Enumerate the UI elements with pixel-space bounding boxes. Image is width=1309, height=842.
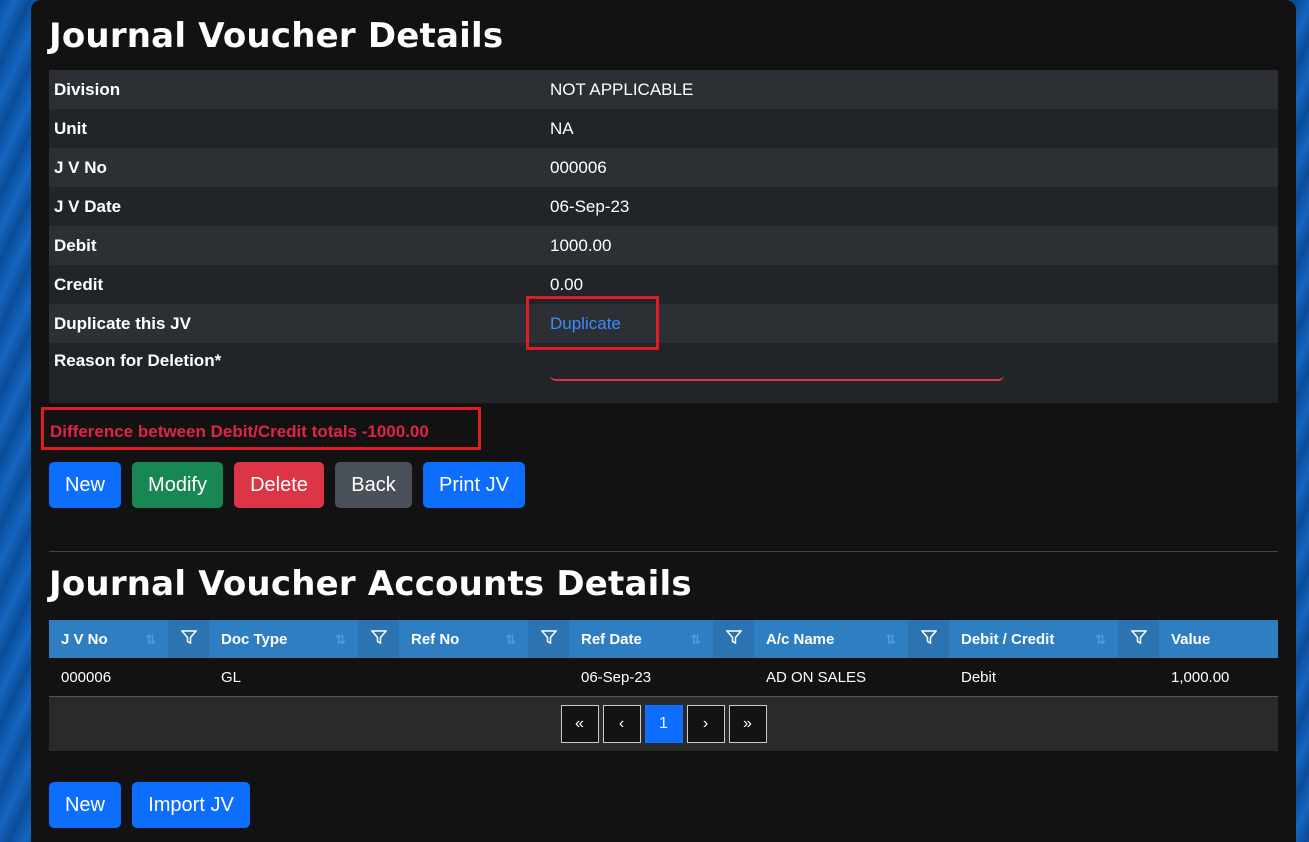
last-page-button[interactable]: » [728, 705, 767, 743]
filter-icon[interactable] [369, 629, 388, 645]
detail-row-credit: Credit 0.00 [49, 265, 1278, 304]
detail-row-reason: Reason for Deletion* [49, 343, 1278, 403]
cell-ac-name: AD ON SALES [754, 658, 949, 697]
details-table: Division NOT APPLICABLE Unit NA J V No 0… [49, 70, 1278, 403]
section-divider [49, 551, 1278, 552]
col-header-value[interactable]: Value [1159, 620, 1278, 658]
col-header-jv-no[interactable]: J V No ⇅ [49, 620, 168, 658]
cell-ref-date: 06-Sep-23 [569, 658, 754, 697]
col-header-ac-name[interactable]: A/c Name ⇅ [754, 620, 908, 658]
detail-row-jv-date: J V Date 06-Sep-23 [49, 187, 1278, 226]
new-account-button[interactable]: New [49, 782, 121, 828]
filter-cell [358, 620, 399, 658]
detail-label: Credit [49, 265, 539, 304]
cell-ref-no [399, 658, 569, 697]
filter-cell [1118, 620, 1159, 658]
filter-cell [908, 620, 949, 658]
next-page-button[interactable]: › [686, 705, 725, 743]
delete-button[interactable]: Delete [234, 462, 324, 508]
table-row[interactable]: 000006 GL 06-Sep-23 AD ON SALES Debit 1,… [49, 658, 1278, 697]
col-label: Ref Date [581, 630, 642, 648]
main-panel: Journal Voucher Details Division NOT APP… [31, 0, 1296, 842]
col-label: A/c Name [766, 630, 835, 648]
print-jv-button[interactable]: Print JV [423, 462, 525, 508]
sort-icon[interactable]: ⇅ [145, 632, 156, 648]
col-header-ref-date[interactable]: Ref Date ⇅ [569, 620, 713, 658]
page-title: Journal Voucher Details [49, 16, 504, 56]
filter-cell [528, 620, 569, 658]
filter-cell [168, 620, 209, 658]
detail-row-debit: Debit 1000.00 [49, 226, 1278, 265]
detail-label: Debit [49, 226, 539, 265]
detail-value: 000006 [539, 148, 1278, 187]
col-label: J V No [61, 630, 108, 648]
col-header-doc-type[interactable]: Doc Type ⇅ [209, 620, 358, 658]
sort-icon[interactable]: ⇅ [690, 632, 701, 648]
pager-cell: « ‹ 1 › » [49, 696, 1278, 751]
filter-cell [713, 620, 754, 658]
cell-doc-type: GL [209, 658, 399, 697]
accounts-title: Journal Voucher Accounts Details [49, 564, 692, 604]
filter-icon[interactable] [724, 629, 743, 645]
detail-label: Duplicate this JV [49, 304, 539, 343]
first-page-button[interactable]: « [560, 705, 599, 743]
detail-value: 06-Sep-23 [539, 187, 1278, 226]
prev-page-button[interactable]: ‹ [602, 705, 641, 743]
filter-icon[interactable] [179, 629, 198, 645]
filter-icon[interactable] [1129, 629, 1148, 645]
import-jv-button[interactable]: Import JV [132, 782, 250, 828]
col-label: Value [1171, 630, 1211, 648]
duplicate-highlight-box [526, 296, 659, 350]
col-header-debit-credit[interactable]: Debit / Credit ⇅ [949, 620, 1118, 658]
new-button[interactable]: New [49, 462, 121, 508]
cell-value: 1,000.00 [1159, 658, 1278, 697]
detail-label: J V Date [49, 187, 539, 226]
cell-debit-credit: Debit [949, 658, 1159, 697]
cell-jv-no: 000006 [49, 658, 209, 697]
detail-row-jv-no: J V No 000006 [49, 148, 1278, 187]
sort-icon[interactable]: ⇅ [505, 632, 516, 648]
detail-label: Division [49, 70, 539, 109]
page-1-button[interactable]: 1 [644, 705, 683, 743]
sort-icon[interactable]: ⇅ [885, 632, 896, 648]
col-header-ref-no[interactable]: Ref No ⇅ [399, 620, 528, 658]
detail-row-unit: Unit NA [49, 109, 1278, 148]
detail-value: 1000.00 [539, 226, 1278, 265]
col-label: Debit / Credit [961, 630, 1055, 648]
grid-header-row: J V No ⇅ Doc Type ⇅ Ref No ⇅ Ref Date ⇅ A/c … [49, 620, 1278, 658]
balance-warning-text: Difference between Debit/Credit totals -… [50, 422, 429, 441]
reason-cell [539, 343, 1278, 403]
accounts-grid: J V No ⇅ Doc Type ⇅ Ref No ⇅ Ref Date ⇅ A/c … [49, 620, 1278, 751]
detail-row-duplicate: Duplicate this JV Duplicate [49, 304, 1278, 343]
pager-row: « ‹ 1 › » [49, 696, 1278, 751]
sort-icon[interactable]: ⇅ [1095, 632, 1106, 648]
detail-label: Unit [49, 109, 539, 148]
detail-label: Reason for Deletion* [49, 343, 539, 403]
sort-icon[interactable]: ⇅ [335, 632, 346, 648]
detail-value: NA [539, 109, 1278, 148]
filter-icon[interactable] [919, 629, 938, 645]
col-label: Doc Type [221, 630, 288, 648]
filter-icon[interactable] [539, 629, 558, 645]
detail-label: J V No [49, 148, 539, 187]
back-button[interactable]: Back [335, 462, 412, 508]
detail-row-division: Division NOT APPLICABLE [49, 70, 1278, 109]
col-label: Ref No [411, 630, 460, 648]
pagination: « ‹ 1 › » [61, 705, 1266, 743]
detail-value: NOT APPLICABLE [539, 70, 1278, 109]
modify-button[interactable]: Modify [132, 462, 223, 508]
